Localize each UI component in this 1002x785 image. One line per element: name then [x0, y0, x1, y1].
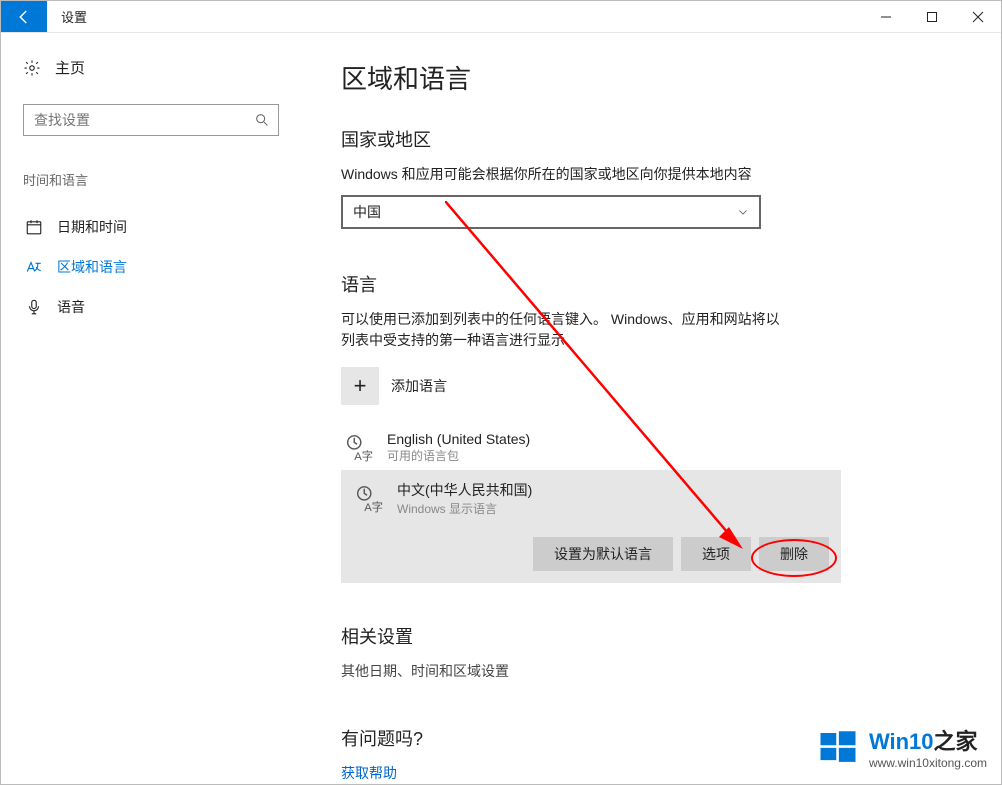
calendar-icon — [25, 218, 43, 236]
microphone-icon — [25, 298, 43, 316]
related-heading: 相关设置 — [341, 623, 977, 649]
search-field[interactable] — [32, 111, 254, 129]
watermark-brand-prefix: Win10 — [869, 729, 934, 754]
remove-button[interactable]: 删除 — [759, 537, 829, 571]
language-sub: 可用的语言包 — [387, 447, 530, 464]
language-heading: 语言 — [341, 271, 977, 297]
region-dropdown[interactable]: 中国 — [341, 195, 761, 229]
search-icon — [254, 112, 270, 128]
plus-icon: + — [341, 367, 379, 405]
region-desc: Windows 和应用可能会根据你所在的国家或地区向你提供本地内容 — [341, 164, 801, 185]
sidebar-item-label: 区域和语言 — [57, 257, 127, 277]
region-heading: 国家或地区 — [341, 126, 977, 152]
related-link[interactable]: 其他日期、时间和区域设置 — [341, 661, 977, 681]
gear-icon — [23, 59, 41, 77]
titlebar: 设置 — [1, 1, 1001, 33]
back-button[interactable] — [1, 1, 47, 32]
globe-char-icon: A字 — [343, 433, 373, 463]
maximize-icon — [926, 11, 938, 23]
add-language-label: 添加语言 — [391, 376, 447, 396]
sidebar-item-datetime[interactable]: 日期和时间 — [23, 207, 301, 247]
home-link[interactable]: 主页 — [23, 53, 301, 82]
svg-text:A字: A字 — [364, 500, 383, 514]
sidebar-item-label: 日期和时间 — [57, 217, 127, 237]
windows-logo-icon — [817, 726, 859, 768]
language-item-chinese[interactable]: A字 中文(中华人民共和国) Windows 显示语言 设置为默认语言 选项 删… — [341, 470, 841, 583]
svg-text:A字: A字 — [354, 449, 373, 463]
minimize-icon — [880, 11, 892, 23]
main-panel: 区域和语言 国家或地区 Windows 和应用可能会根据你所在的国家或地区向你提… — [301, 33, 1001, 784]
options-button[interactable]: 选项 — [681, 537, 751, 571]
arrow-left-icon — [15, 8, 33, 26]
language-desc: 可以使用已添加到列表中的任何语言键入。 Windows、应用和网站将以列表中受支… — [341, 309, 781, 351]
language-icon — [25, 258, 43, 276]
set-default-button[interactable]: 设置为默认语言 — [533, 537, 673, 571]
home-label: 主页 — [55, 57, 85, 78]
sidebar-item-speech[interactable]: 语音 — [23, 287, 301, 327]
search-input[interactable] — [23, 104, 279, 136]
language-name: English (United States) — [387, 431, 530, 447]
sidebar-item-label: 语音 — [57, 297, 85, 317]
language-item-english[interactable]: A字 English (United States) 可用的语言包 — [341, 425, 841, 470]
watermark-url: www.win10xitong.com — [869, 756, 987, 770]
region-selected: 中国 — [353, 202, 381, 222]
chevron-down-icon — [737, 206, 749, 218]
minimize-button[interactable] — [863, 1, 909, 32]
window-controls — [863, 1, 1001, 32]
language-name: 中文(中华人民共和国) — [397, 480, 532, 500]
close-button[interactable] — [955, 1, 1001, 32]
sidebar-item-region-language[interactable]: 区域和语言 — [23, 247, 301, 287]
sidebar-section-label: 时间和语言 — [23, 170, 301, 189]
language-sub: Windows 显示语言 — [397, 500, 532, 517]
maximize-button[interactable] — [909, 1, 955, 32]
close-icon — [972, 11, 984, 23]
add-language-button[interactable]: + 添加语言 — [341, 367, 977, 405]
sidebar: 主页 时间和语言 日期和时间 区域和语言 语音 — [1, 33, 301, 784]
window-title: 设置 — [47, 1, 87, 32]
watermark: Win10之家 www.win10xitong.com — [817, 724, 987, 770]
page-title: 区域和语言 — [341, 59, 977, 96]
watermark-brand-suffix: 之家 — [934, 729, 978, 754]
globe-char-icon: A字 — [353, 484, 383, 514]
